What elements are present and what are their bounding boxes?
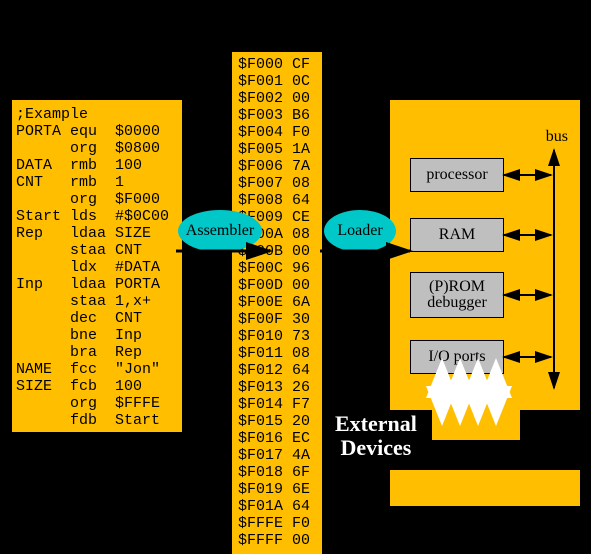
external-devices-label: External Devices (335, 412, 417, 460)
object-code-panel: $F000 CF $F001 0C $F002 00 $F003 B6 $F00… (232, 52, 322, 554)
prom-box: (P)ROM debugger (410, 272, 504, 318)
source-code-title: Source Code (35, 68, 154, 94)
bus-label: bus (546, 128, 568, 146)
processor-label: processor (426, 166, 487, 184)
source-code-text: ;Example PORTA equ $0000 org $0800 DATA … (16, 106, 169, 429)
prom-label-1: (P)ROM (429, 279, 485, 295)
ram-label: RAM (439, 226, 475, 244)
object-code-title: Object Code (222, 22, 340, 48)
io-box: I/O ports (410, 340, 504, 374)
source-code-panel: ;Example PORTA equ $0000 org $0800 DATA … (12, 100, 182, 432)
cutout-mid (432, 440, 520, 470)
assembler-oval: Assembler (178, 210, 262, 252)
loader-label: Loader (337, 222, 382, 240)
object-code-text: $F000 CF $F001 0C $F002 00 $F003 B6 $F00… (238, 56, 310, 549)
microcomputer-panel: bus processor RAM (P)ROM debugger I/O po… (390, 100, 580, 506)
loader-oval: Loader (324, 210, 396, 252)
microcomputer-title: Microcomputer (405, 68, 552, 94)
processor-box: processor (410, 158, 504, 192)
assembler-label: Assembler (186, 222, 254, 240)
io-label: I/O ports (428, 348, 485, 366)
cutout-right (520, 410, 580, 470)
ram-box: RAM (410, 218, 504, 252)
prom-label-2: debugger (427, 295, 487, 311)
